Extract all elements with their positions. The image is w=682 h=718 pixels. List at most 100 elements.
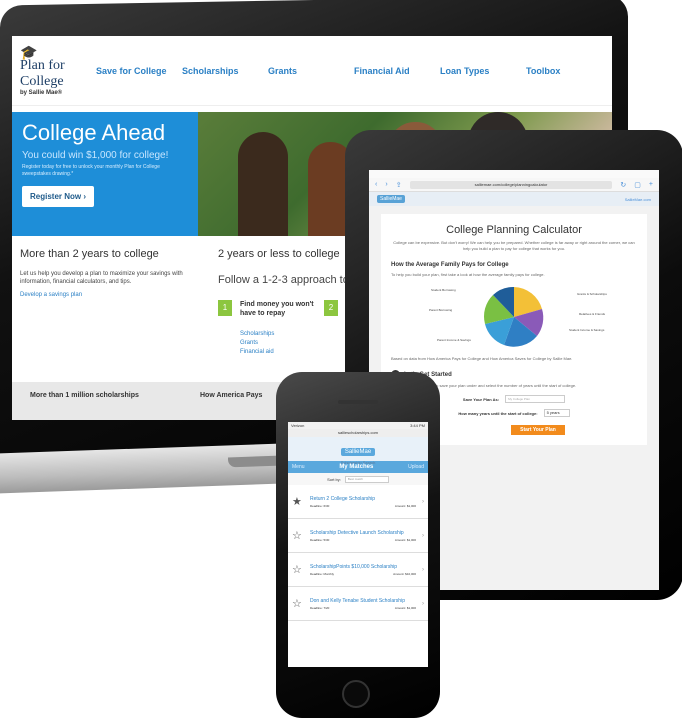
chevron-right-icon: › <box>422 532 424 539</box>
new-tab-icon[interactable]: + <box>649 181 653 188</box>
amount: Amount: $1,000 <box>394 605 416 610</box>
deadline: Deadline: 6/30 <box>310 503 330 508</box>
logo-byline: by Sallie Mae® <box>20 89 63 96</box>
pie-chart: Student Borrowing Parent Borrowing Grant… <box>391 282 637 352</box>
nav-item-grants[interactable]: Grants <box>268 66 354 76</box>
scholarship-name: ScholarshipPoints $10,000 Scholarship <box>310 563 397 570</box>
list-item-body: Don and Kelly Tenabe Student Scholarship… <box>310 598 416 610</box>
deadline: Deadline: 5/30 <box>310 537 330 542</box>
salliemae-logo[interactable]: SallieMae <box>377 195 405 203</box>
scholarships-heading: More than 1 million scholarships <box>30 392 139 399</box>
phone-speaker <box>338 400 378 404</box>
list-item[interactable]: ☆ ScholarshipPoints $10,000 Scholarship … <box>288 553 428 587</box>
section-heading: How the Average Family Pays for College <box>391 262 509 268</box>
star-icon[interactable]: ★ <box>292 495 304 508</box>
list-item[interactable]: ☆ Don and Kelly Tenabe Student Scholarsh… <box>288 587 428 621</box>
star-icon[interactable]: ☆ <box>292 597 304 610</box>
hero-fine-print: Register today for free to unlock your m… <box>22 164 160 177</box>
pie-label: Relatives & Friends <box>579 312 606 316</box>
list-item-body: Return 2 College Scholarship Deadline: 6… <box>310 496 416 508</box>
calculator-title: College Planning Calculator <box>446 224 582 236</box>
phone-site-header: SallieMae Scholarship Search <box>288 437 428 465</box>
deadline: Deadline: 7/20 <box>310 605 330 610</box>
sort-row: Sort by: Best match <box>288 473 428 485</box>
data-source-text: Based on data from How America Pays for … <box>391 356 573 361</box>
scholarship-name: Scholarship Detective Launch Scholarship <box>310 529 404 536</box>
pie-chart-graphic <box>484 286 544 347</box>
browser-toolbar: ‹ › ⇪ salliemae.com/college/planningcalc… <box>369 178 659 192</box>
pie-label: Student Income & Savings <box>569 328 605 332</box>
main-nav: Save for College Scholarships Grants Fin… <box>96 66 612 76</box>
nav-item-save[interactable]: Save for College <box>96 66 182 76</box>
site-logo[interactable]: 🎓 Plan for College by Sallie Mae® <box>20 43 86 96</box>
list-item[interactable]: ☆ Scholarship Detective Launch Scholarsh… <box>288 519 428 553</box>
left-heading: More than 2 years to college <box>20 248 159 260</box>
hero-title: College Ahead <box>22 120 166 145</box>
hero-subtitle: You could win $1,000 for college! <box>22 150 169 161</box>
section-text: To help you build your plan, first take … <box>391 272 545 277</box>
carrier-label: Verizon <box>291 423 305 428</box>
tab-menu[interactable]: Menu <box>292 464 305 470</box>
star-icon[interactable]: ☆ <box>292 529 304 542</box>
left-text: Let us help you develop a plan to maximi… <box>20 271 183 285</box>
photo-person <box>238 132 288 236</box>
graduation-cap-icon: 🎓 <box>20 43 38 60</box>
scholarship-meta: Deadline: Monthly Amount: $10,000 <box>310 572 416 576</box>
left-column: More than 2 years to college Let us help… <box>20 248 206 357</box>
amount: Amount: $1,000 <box>394 537 416 542</box>
logo-name: Plan for College <box>20 57 65 89</box>
years-select[interactable]: 5 years <box>543 409 570 417</box>
phone-frame: Verizon 3:44 PM salliescholarships.com S… <box>276 372 440 718</box>
address-bar[interactable]: salliemae.com/college/planningcalculator <box>409 180 613 189</box>
scholarship-meta: Deadline: 7/20 Amount: $1,000 <box>310 606 416 610</box>
phone-address-bar[interactable]: salliescholarships.com <box>288 429 428 437</box>
nav-item-scholarships[interactable]: Scholarships <box>182 66 268 76</box>
pie-label: Grants & Scholarships <box>577 292 607 296</box>
star-icon[interactable]: ☆ <box>292 563 304 576</box>
plan-name-input[interactable]: My College Plan <box>505 395 566 403</box>
reload-icon[interactable]: ↻ <box>620 181 626 189</box>
pie-label: Student Borrowing <box>431 288 456 292</box>
sort-select[interactable]: Best match <box>344 475 389 483</box>
forward-icon[interactable]: › <box>385 181 387 188</box>
step-1-text: Find money you won't have to repay <box>240 301 314 317</box>
calculator-subtitle: College can be expensive. But don't worr… <box>393 240 635 251</box>
home-button[interactable] <box>342 680 370 708</box>
plan-name-label: Save Your Plan As: <box>462 396 500 402</box>
site-header: 🎓 Plan for College by Sallie Mae® Save f… <box>12 36 612 106</box>
bookmarks-icon[interactable]: ▢ <box>634 181 641 189</box>
time-label: 3:44 PM <box>410 423 425 428</box>
nav-item-loan-types[interactable]: Loan Types <box>440 66 526 76</box>
hero-panel: College Ahead You could win $1,000 for c… <box>12 112 198 236</box>
share-icon[interactable]: ⇪ <box>396 181 402 189</box>
tab-my-matches[interactable]: My Matches <box>339 464 373 470</box>
scholarship-meta: Deadline: 6/30 Amount: $1,000 <box>310 504 416 508</box>
pie-label: Parent Borrowing <box>429 308 453 312</box>
sort-label: Sort by: <box>327 476 341 482</box>
phone-logo[interactable]: SallieMae <box>340 448 376 456</box>
register-button[interactable]: Register Now › <box>22 186 95 207</box>
nav-item-toolbox[interactable]: Toolbox <box>526 66 612 76</box>
chevron-right-icon: › <box>422 600 424 607</box>
scholarship-meta: Deadline: 5/30 Amount: $1,000 <box>310 538 416 542</box>
start-plan-button[interactable]: Start Your Plan <box>511 425 565 435</box>
list-item[interactable]: ★ Return 2 College Scholarship Deadline:… <box>288 485 428 519</box>
scholarship-name: Return 2 College Scholarship <box>310 495 376 502</box>
amount: Amount: $10,000 <box>393 571 416 576</box>
pie-label: Parent Income & Savings <box>437 338 471 342</box>
scholarship-name: Don and Kelly Tenabe Student Scholarship <box>310 597 405 604</box>
deadline: Deadline: Monthly <box>310 571 335 576</box>
chevron-right-icon: › <box>422 566 424 573</box>
phone-status-bar: Verizon 3:44 PM <box>288 422 428 429</box>
nav-item-financial-aid[interactable]: Financial Aid <box>354 66 440 76</box>
tablet-status-bar <box>369 170 659 178</box>
tablet-site-header: SallieMae SallieMae.com <box>369 192 659 206</box>
salliemae-link[interactable]: SallieMae.com <box>625 197 651 202</box>
amount: Amount: $1,000 <box>394 503 416 508</box>
tab-upload[interactable]: Upload <box>408 464 424 470</box>
step-1-badge: 1 <box>218 300 232 316</box>
step-2-badge: 2 <box>324 300 338 316</box>
back-icon[interactable]: ‹ <box>375 181 377 188</box>
savings-plan-link[interactable]: Develop a savings plan <box>20 292 206 298</box>
years-label: How many years until the start of colleg… <box>458 410 538 416</box>
